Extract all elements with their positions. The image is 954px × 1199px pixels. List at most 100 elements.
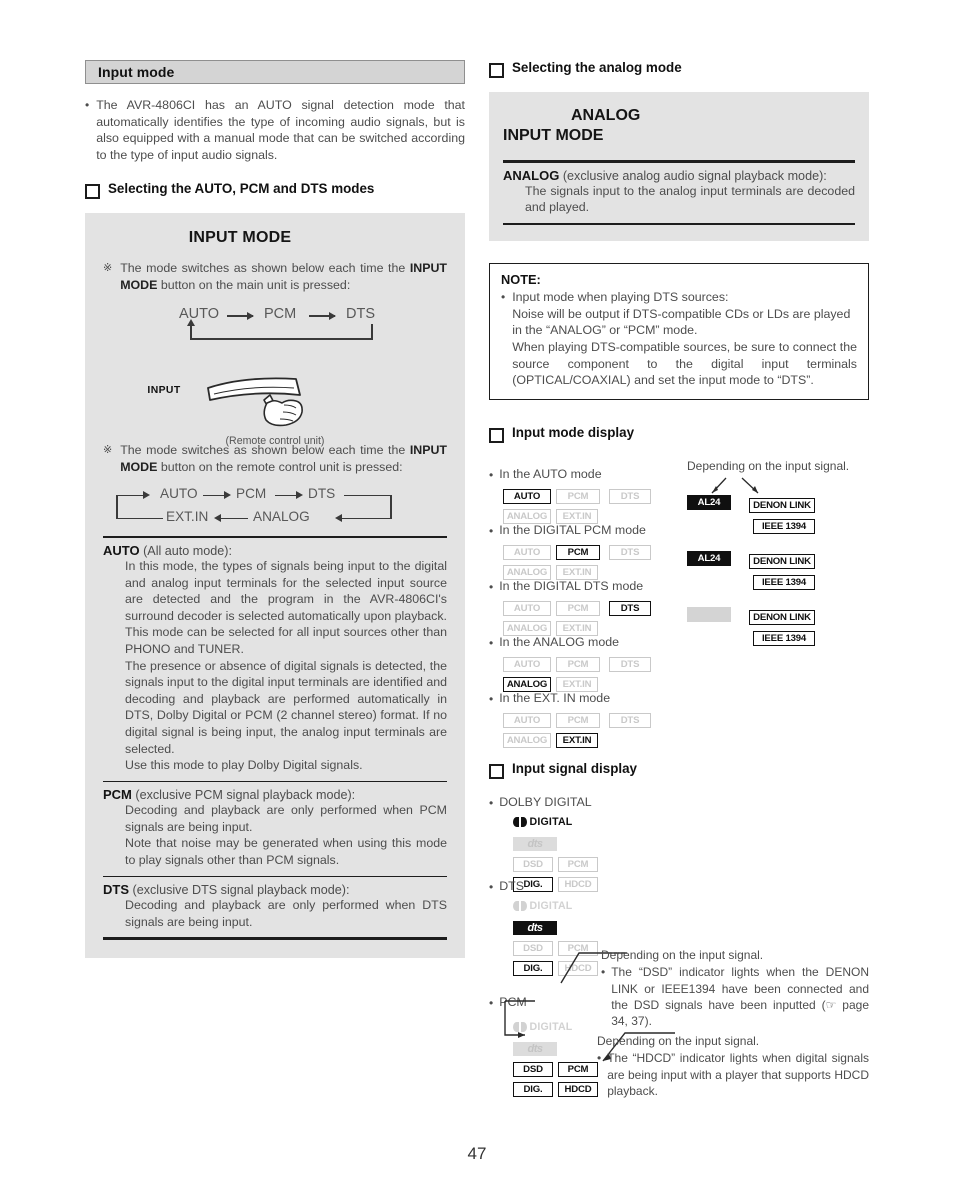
note-bullet-icon <box>501 289 505 306</box>
definition-pcm-head: PCM (exclusive PCM signal playback mode)… <box>103 787 447 802</box>
flow2-arrow-1 <box>275 494 297 497</box>
dts-logo-indicator: dts <box>513 921 557 936</box>
subhead-mode-display-label: Input mode display <box>512 424 635 440</box>
remote-button-label: INPUT <box>147 384 181 396</box>
definition-dts-term: DTS <box>103 881 129 897</box>
definition-dts-qualifier: (exclusive DTS signal playback mode): <box>129 882 350 897</box>
annotation-bullet-icon-1 <box>597 1050 601 1067</box>
indicator-link-stack-1: DENON LINK IEEE 1394 <box>749 551 815 590</box>
checkbox-icon-mode-display <box>489 427 504 443</box>
annotation-hdcd: Depending on the input signal. The “HDCD… <box>597 1033 869 1100</box>
annotation-bullet-icon-0 <box>601 964 605 981</box>
note2-suffix: button on the remote control unit is pre… <box>157 459 403 474</box>
analog-input-mode-panel: ANALOG INPUT MODE ANALOG (exclusive anal… <box>489 92 869 242</box>
note-bullet-lead: Input mode when playing DTS sources: <box>512 290 729 305</box>
flow1-return-bottom <box>190 337 373 340</box>
flow2-arrowhead-analog <box>335 514 342 523</box>
flow2-right-vert <box>390 494 392 519</box>
manual-page: Input mode The AVR-4806CI has an AUTO si… <box>0 0 954 1199</box>
badge-row-bottom-1: ANALOG EXT.IN <box>503 562 662 581</box>
indicator-link-stack-2: DENON LINK IEEE 1394 <box>749 607 815 646</box>
badge-slot: PCM <box>556 710 609 729</box>
indicator-link-stack-0: DENON LINK IEEE 1394 <box>749 495 815 534</box>
badge-dts: DTS <box>609 489 651 505</box>
indicator-cluster-0: AL24 DENON LINK IEEE 1394 <box>687 494 815 534</box>
flow-diagram-remote-unit: AUTO PCM DTS ANALOG EXT.IN <box>103 486 447 530</box>
dts-logo-indicator: dts <box>513 837 557 852</box>
annotation-dsd-bullet: The “DSD” indicator lights when the DENO… <box>601 964 869 1030</box>
flow2-right-lead <box>344 494 391 497</box>
mode-bullet-icon-1 <box>489 523 493 540</box>
badge-slot: AUTO <box>503 486 556 505</box>
flow1-node-1: PCM <box>264 305 297 322</box>
badge-ieee1394: IEEE 1394 <box>753 630 815 646</box>
annotation-dsd-body: The “DSD” indicator lights when the DENO… <box>611 965 869 1029</box>
definition-pcm-p1: Note that noise may be generated when us… <box>125 836 447 867</box>
indicator-cluster-1: AL24 DENON LINK IEEE 1394 <box>687 550 815 590</box>
panel-heading: INPUT MODE <box>188 229 292 247</box>
signal-display-area: DOLBY DIGITAL DIGITAL dts DSD PCM DIG. H… <box>489 795 869 1098</box>
annotation-hdcd-title: Depending on the input signal. <box>597 1033 760 1048</box>
badge-slot: DTS <box>609 654 662 673</box>
left-column: Input mode The AVR-4806CI has an AUTO si… <box>85 60 465 958</box>
panel-note-1-text: The mode switches as shown below each ti… <box>120 260 447 294</box>
analog-title-line1: ANALOG <box>571 107 641 124</box>
badge-slot: EXT.IN <box>556 562 609 581</box>
badge-slot: PCM <box>556 654 609 673</box>
flow2-left-bottom <box>116 517 163 520</box>
mode-row-auto: In the AUTO mode AUTO PCM DTS ANALOG EXT… <box>489 467 662 527</box>
badge-pcm: PCM <box>556 657 600 673</box>
input-mode-panel: INPUT MODE ※ The mode switches as shown … <box>85 213 465 958</box>
mode-bullet-icon-3 <box>489 635 493 652</box>
badge-slot: EXT.IN <box>556 506 609 525</box>
definition-pcm: PCM (exclusive PCM signal playback mode)… <box>103 782 447 875</box>
badge-slot: ANALOG <box>503 506 556 525</box>
badge-pcm: PCM <box>556 545 600 561</box>
panel-note-1: ※ The mode switches as shown below each … <box>103 260 447 294</box>
subhead-analog-label: Selecting the analog mode <box>512 60 682 75</box>
badge-slot: ANALOG <box>503 562 556 581</box>
badge-denon-link: DENON LINK <box>749 553 815 569</box>
definition-auto-p1: The presence or absence of digital signa… <box>125 658 447 756</box>
badge-slot: PCM <box>558 854 603 873</box>
dolby-digital-indicator: DIGITAL <box>513 900 572 912</box>
mode-row-dts-badges: AUTO PCM DTS ANALOG EXT.IN <box>503 598 662 637</box>
annotation-hdcd-body: The “HDCD” indicator lights when digital… <box>607 1051 869 1098</box>
definition-pcm-term: PCM <box>103 787 132 803</box>
remote-illustration: INPUT (Remote control unit) <box>103 370 447 447</box>
flow2-top-node-0: AUTO <box>160 485 198 501</box>
mode-row-digital-pcm: In the DIGITAL PCM mode AUTO PCM DTS ANA… <box>489 523 662 583</box>
flow2-arrowhead-auto <box>143 491 150 500</box>
badge-row-bottom-0: ANALOG EXT.IN <box>503 506 662 525</box>
signal-bullet-icon-0 <box>489 795 493 812</box>
intro-text: The AVR-4806CI has an AUTO signal detect… <box>96 98 465 162</box>
section-title-bar: Input mode <box>85 60 465 84</box>
subhead-label: Selecting the AUTO, PCM and DTS modes <box>108 181 375 197</box>
right-column: Selecting the analog mode ANALOG INPUT M… <box>489 60 869 1098</box>
badge-row-bottom-2: ANALOG EXT.IN <box>503 618 662 637</box>
badge-slot: EXT.IN <box>556 674 609 693</box>
intro-bullet: The AVR-4806CI has an AUTO signal detect… <box>85 97 465 163</box>
definition-auto: AUTO (All auto mode): In this mode, the … <box>103 538 447 781</box>
badge-slot: DTS <box>609 710 662 729</box>
badge-extin: EXT.IN <box>556 733 598 749</box>
badge-ieee1394: IEEE 1394 <box>753 574 815 590</box>
signal-row3-0: DSD PCM <box>513 854 603 873</box>
flow2-arrowhead-0 <box>224 491 231 500</box>
remote-caption: (Remote control unit) <box>225 434 325 447</box>
flow2-arrow-2 <box>220 517 248 520</box>
badge-al24: AL24 <box>687 606 731 622</box>
mode-depending-label: Depending on the input signal. <box>687 458 850 473</box>
badge-pcm: PCM <box>556 601 600 617</box>
badge-denon-link: DENON LINK <box>749 497 815 513</box>
badge-slot: ANALOG <box>503 730 556 749</box>
definition-pcm-p0: Decoding and playback are only performed… <box>125 803 447 834</box>
signal-group-dts-label-row: DTS <box>489 879 603 896</box>
indicator-cluster-0-row: AL24 DENON LINK IEEE 1394 <box>687 494 815 534</box>
definition-analog-qualifier: (exclusive analog audio signal playback … <box>559 168 827 183</box>
dolby-digital-indicator: DIGITAL <box>513 816 572 828</box>
dolby-double-d-icon <box>513 817 527 828</box>
subhead-auto-pcm-dts: Selecting the AUTO, PCM and DTS modes <box>85 181 465 200</box>
note-paragraph-0: Noise will be output if DTS-compatible C… <box>512 306 851 338</box>
definition-auto-term: AUTO <box>103 543 140 559</box>
